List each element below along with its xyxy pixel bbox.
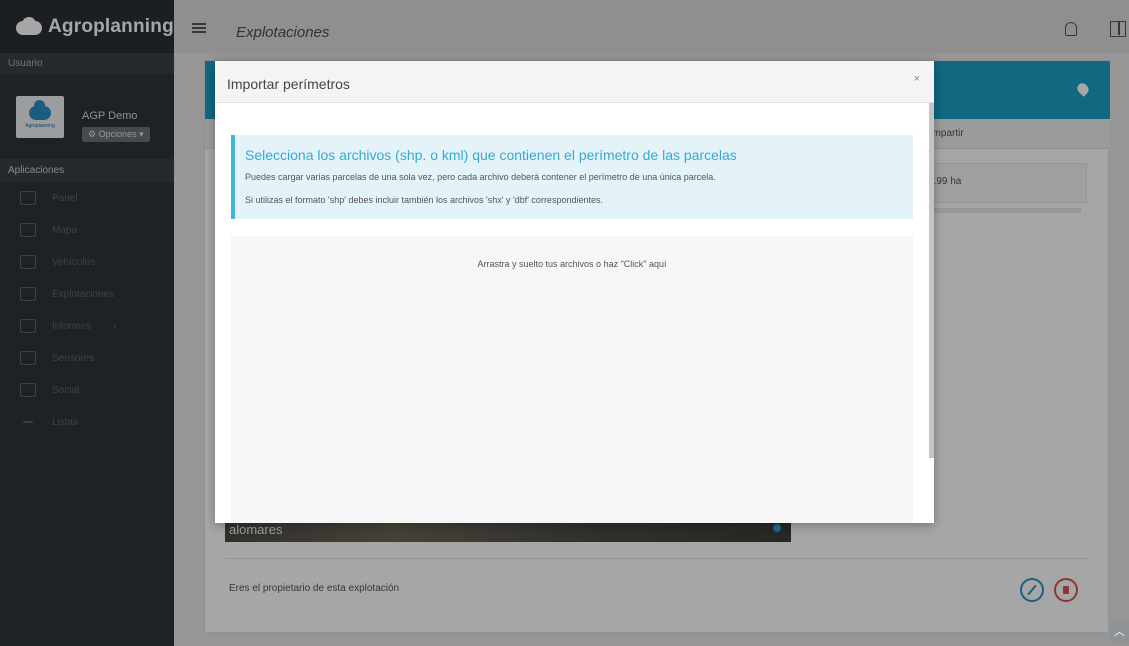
dropzone-text: Arrastra y suelto tus archivos o haz "Cl… (477, 259, 667, 269)
modal-scrollbar[interactable] (929, 103, 934, 458)
info-text: Si utilizas el formato 'shp' debes inclu… (245, 195, 603, 205)
scroll-top-button[interactable]: ︿ (1110, 620, 1129, 642)
modal-header: Importar perímetros × (215, 61, 934, 103)
chevron-up-icon: ︿ (1114, 626, 1125, 638)
import-perimeters-modal: Importar perímetros × Selecciona los arc… (215, 61, 934, 523)
modal-title: Importar perímetros (227, 76, 350, 92)
file-dropzone[interactable]: Arrastra y suelto tus archivos o haz "Cl… (231, 236, 913, 523)
info-text: Puedes cargar varias parcelas de una sol… (245, 172, 716, 182)
info-title: Selecciona los archivos (shp. o kml) que… (245, 147, 737, 163)
close-icon[interactable]: × (914, 73, 920, 85)
info-alert: Selecciona los archivos (shp. o kml) que… (231, 135, 913, 219)
